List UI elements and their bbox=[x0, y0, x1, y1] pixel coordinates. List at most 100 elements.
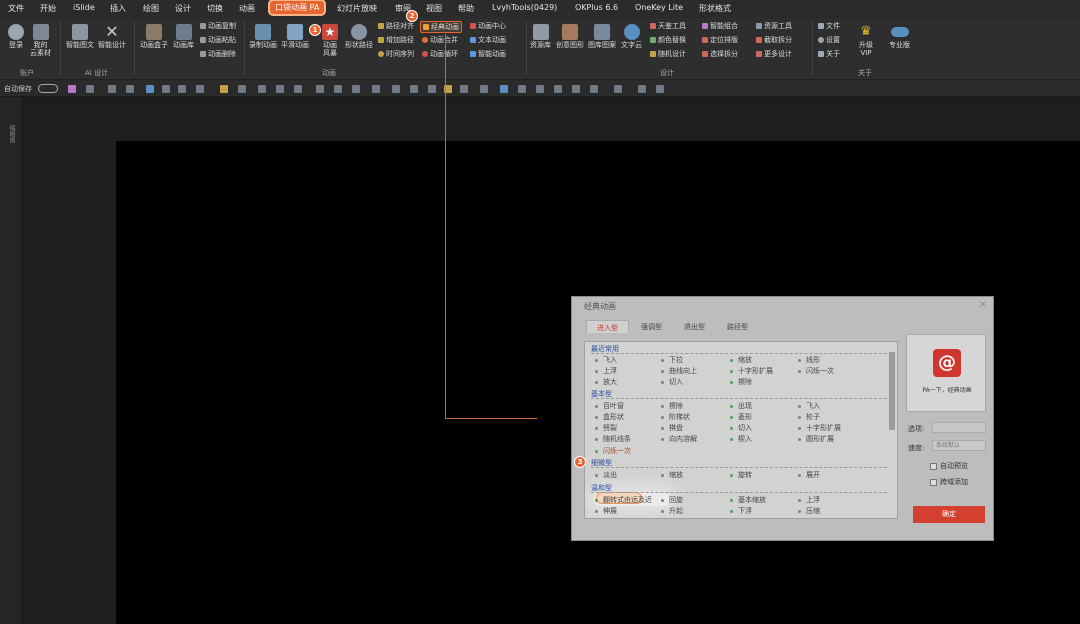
list-item[interactable]: 棋盘 bbox=[661, 423, 683, 433]
list-item[interactable]: 百叶窗 bbox=[595, 401, 624, 411]
autosave-toggle[interactable] bbox=[38, 84, 58, 93]
star-outline-icon[interactable] bbox=[352, 85, 360, 93]
tab-exit[interactable]: 退出型 bbox=[674, 320, 715, 333]
list-item[interactable]: 轮子 bbox=[798, 412, 820, 422]
refresh-icon[interactable] bbox=[126, 85, 134, 93]
file-button[interactable]: 文件 bbox=[818, 22, 840, 30]
menu-insert[interactable]: 插入 bbox=[110, 3, 126, 14]
list-item[interactable]: 淡出 bbox=[595, 470, 617, 480]
list-item[interactable]: 放大 bbox=[595, 377, 617, 387]
anim-lib-button[interactable]: 动画库 bbox=[173, 24, 194, 49]
list-item[interactable]: 回旋 bbox=[661, 495, 683, 505]
text-split-button[interactable]: 截取拆分 bbox=[756, 36, 792, 44]
anim-storm-button[interactable]: ★ 动画 风暴 bbox=[322, 24, 338, 57]
list-icon[interactable] bbox=[614, 85, 622, 93]
add-path-button[interactable]: 增加路径 bbox=[378, 36, 414, 44]
edit-icon[interactable] bbox=[294, 85, 302, 93]
list-item[interactable]: 下拉 bbox=[661, 355, 683, 365]
list-item[interactable]: 随机线条 bbox=[595, 434, 631, 444]
resource-lib-button[interactable]: 资源库 bbox=[530, 24, 551, 49]
time-sequence-button[interactable]: 时间序列 bbox=[378, 50, 414, 58]
settings-button[interactable]: 设置 bbox=[818, 36, 840, 44]
menu-pocket-animation[interactable]: 口袋动画 PA bbox=[270, 1, 325, 14]
smart-design-button[interactable]: ✕ 智能设计 bbox=[98, 24, 126, 50]
close-icon[interactable]: × bbox=[979, 299, 987, 310]
pro-version-toggle[interactable]: 专业版 bbox=[889, 24, 910, 49]
globe-icon[interactable] bbox=[500, 85, 508, 93]
shape-icon[interactable] bbox=[276, 85, 284, 93]
paint-icon[interactable] bbox=[220, 85, 228, 93]
star-icon[interactable] bbox=[334, 85, 342, 93]
animation-list[interactable]: 最近常用 飞入 下拉 缩放 线形 上浮 曲线向上 十字形扩展 闪烁一次 放大 切… bbox=[584, 341, 898, 519]
list-item[interactable]: 向内溶解 bbox=[661, 434, 697, 444]
smart-anim-button[interactable]: 智能动画 bbox=[470, 50, 506, 58]
list-item[interactable]: 线形 bbox=[798, 355, 820, 365]
menu-islide[interactable]: iSlide bbox=[73, 3, 95, 12]
scrollbar-thumb[interactable] bbox=[889, 352, 895, 430]
save-icon[interactable] bbox=[68, 85, 76, 93]
list-item[interactable]: 上浮 bbox=[798, 495, 820, 505]
list-item[interactable]: 压缩 bbox=[798, 506, 820, 516]
list-item[interactable]: 切入 bbox=[730, 423, 752, 433]
menu-shape-format[interactable]: 形状格式 bbox=[699, 3, 731, 14]
image-alt-icon[interactable] bbox=[572, 85, 580, 93]
list-item[interactable]: 曲线向上 bbox=[661, 366, 697, 376]
list-item[interactable]: 十字形扩展 bbox=[730, 366, 773, 376]
select-split-button[interactable]: 选择拆分 bbox=[702, 50, 738, 58]
word-cloud-button[interactable]: 文字云 bbox=[621, 24, 642, 49]
menu-draw[interactable]: 绘图 bbox=[143, 3, 159, 14]
speed-select[interactable]: 系统默认 bbox=[932, 440, 986, 451]
list-item[interactable]: 出现 bbox=[730, 401, 752, 411]
chevron-up-icon[interactable] bbox=[410, 85, 418, 93]
redo-icon[interactable] bbox=[108, 85, 116, 93]
menu-slideshow[interactable]: 幻灯片放映 bbox=[337, 3, 377, 14]
list-item[interactable]: 圆形扩展 bbox=[798, 434, 834, 444]
menu-help[interactable]: 帮助 bbox=[458, 3, 474, 14]
circle-icon[interactable] bbox=[554, 85, 562, 93]
list-item[interactable]: 劈裂 bbox=[595, 423, 617, 433]
layout-icon[interactable] bbox=[196, 85, 204, 93]
record-anim-button[interactable]: 录制动画 bbox=[249, 24, 277, 49]
color-replace-button[interactable]: 颜色替换 bbox=[650, 36, 686, 44]
distribute-icon[interactable] bbox=[480, 85, 488, 93]
list-item[interactable]: 基本缩放 bbox=[730, 495, 766, 505]
login-button[interactable]: 登录 bbox=[8, 24, 24, 49]
anim-center-button[interactable]: 动画中心 bbox=[470, 22, 506, 30]
menu-design[interactable]: 设计 bbox=[175, 3, 191, 14]
table-icon[interactable] bbox=[518, 85, 526, 93]
auto-preview-checkbox[interactable]: 自动预览 bbox=[930, 461, 968, 471]
list-item[interactable]: 楔入 bbox=[730, 434, 752, 444]
crop-icon[interactable] bbox=[316, 85, 324, 93]
rotate-icon[interactable] bbox=[638, 85, 646, 93]
list-item-selected[interactable]: 闪烁一次 bbox=[595, 446, 631, 456]
about-button[interactable]: 关于 bbox=[818, 50, 840, 58]
classic-anim-button[interactable]: 经典动画 bbox=[420, 21, 462, 33]
list-item[interactable]: 旋转 bbox=[730, 470, 752, 480]
cross-add-checkbox[interactable]: 跨域添加 bbox=[930, 477, 968, 487]
anim-copy-button[interactable]: 动画复制 bbox=[200, 22, 236, 30]
list-item[interactable]: 擦除 bbox=[661, 401, 683, 411]
list-item[interactable]: 伸展 bbox=[595, 506, 617, 516]
format-icon[interactable] bbox=[178, 85, 186, 93]
scrollbar[interactable] bbox=[888, 344, 896, 516]
arrow-up-icon[interactable] bbox=[392, 85, 400, 93]
chevron-down-icon[interactable] bbox=[428, 85, 436, 93]
tab-emphasis[interactable]: 强调型 bbox=[631, 320, 672, 333]
list-item[interactable]: 缩放 bbox=[730, 355, 752, 365]
list-item[interactable]: 飞入 bbox=[798, 401, 820, 411]
shape-path-button[interactable]: 形状路径 bbox=[345, 24, 373, 49]
list-item[interactable]: 盒形状 bbox=[595, 412, 624, 422]
menu-animation[interactable]: 动画 bbox=[239, 3, 255, 14]
tab-path[interactable]: 路径型 bbox=[717, 320, 758, 333]
text-box-icon[interactable] bbox=[590, 85, 598, 93]
list-item[interactable]: 擦除 bbox=[730, 377, 752, 387]
menu-view[interactable]: 视图 bbox=[426, 3, 442, 14]
list-item[interactable]: 下浮 bbox=[730, 506, 752, 516]
list-item[interactable]: 阶梯状 bbox=[661, 412, 690, 422]
sky-tools-button[interactable]: 天鉴工具 bbox=[650, 22, 686, 30]
path-align-button[interactable]: 路径对齐 bbox=[378, 22, 414, 30]
undo-icon[interactable] bbox=[86, 85, 94, 93]
list-item[interactable]: 上浮 bbox=[595, 366, 617, 376]
resource-tools-button[interactable]: 资源工具 bbox=[756, 22, 792, 30]
random-design-button[interactable]: 随机设计 bbox=[650, 50, 686, 58]
